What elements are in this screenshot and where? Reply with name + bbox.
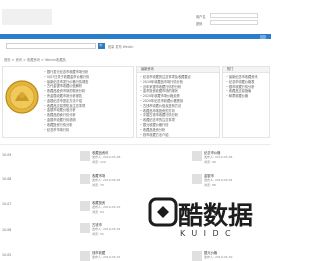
article-thumbnail[interactable] xyxy=(80,201,90,211)
article-meta: 发布人: 2019-05-01 xyxy=(92,255,121,259)
date-label: 10-07 xyxy=(2,202,12,206)
latest-news-list: 纪念币收藏的注意事项及收藏要点 2019年收藏品市场行情分析 近年来银币收藏行情… xyxy=(137,73,219,137)
search-row: 🔍 批量 发布 Weixin xyxy=(0,40,271,52)
main-nav xyxy=(0,34,271,39)
article-meta: 发布人: 2019-05-05 xyxy=(92,178,121,182)
search-input[interactable] xyxy=(6,43,96,49)
date-label: 10-09 xyxy=(2,153,12,157)
gold-coin-image[interactable] xyxy=(5,73,39,137)
featured-list: 银行发行纪念币收藏市场分析 5月7日关于收藏金币价格行情 最新纪念币发行价格行情… xyxy=(41,68,133,132)
article-meta: 发布人: 2019-05-04 xyxy=(204,178,233,182)
username-input[interactable] xyxy=(210,13,258,18)
search-button[interactable]: 🔍 xyxy=(98,43,105,49)
password-input[interactable] xyxy=(210,20,258,25)
watermark-text: 酷数据 xyxy=(178,201,254,230)
nav-item[interactable] xyxy=(260,34,266,39)
page-header: 用户名 密码 xyxy=(0,0,271,34)
username-label: 用户名 xyxy=(196,15,206,19)
list-item[interactable]: 邮票收藏价格 xyxy=(226,94,267,99)
date-label: 10-06 xyxy=(2,228,12,232)
latest-news-panel: 最新资讯 纪念币收藏的注意事项及收藏要点 2019年收藏品市场行情分析 近年来银… xyxy=(136,66,220,138)
featured-panel: 银行发行纪念币收藏市场分析 5月7日关于收藏金币价格行情 最新纪念币发行价格行情… xyxy=(2,66,134,138)
date-label: 10-08 xyxy=(2,177,12,181)
article-card[interactable]: 收藏品资讯 发布人: 2019-05-08 浏览: 120 xyxy=(80,150,168,174)
article-thumbnail[interactable] xyxy=(192,151,202,161)
article-card[interactable]: 金银币 发布人: 2019-05-04 浏览: 88 xyxy=(192,173,280,197)
article-meta: 发布人: 2019-04-30 xyxy=(204,255,233,259)
site-logo[interactable] xyxy=(2,9,52,25)
article-meta: 发布人: 2019-05-02 xyxy=(92,227,121,231)
article-views: 浏览: 76 xyxy=(92,183,104,187)
article-thumbnail[interactable] xyxy=(80,251,90,261)
article-card[interactable]: 收藏市场 发布人: 2019-05-05 浏览: 76 xyxy=(80,173,168,197)
article-thumbnail[interactable] xyxy=(192,174,202,184)
list-item[interactable]: 钱币收藏方法介绍 xyxy=(140,133,217,138)
article-thumbnail[interactable] xyxy=(80,151,90,161)
password-label: 密码 xyxy=(196,22,203,26)
article-views: 浏览: 55 xyxy=(92,232,104,236)
article-views: 浏览: 64 xyxy=(92,210,104,214)
article-views: 浏览: 98 xyxy=(204,160,216,164)
watermark-logo-icon xyxy=(148,197,178,227)
hot-panel: 热门 最新纪念币收藏资讯 纪念币收藏价格表 银币收藏行情分析 收藏品交易指南 邮… xyxy=(222,66,270,138)
article-thumbnail[interactable] xyxy=(80,174,90,184)
article-meta: 发布人: 2019-05-03 xyxy=(92,205,121,209)
hot-list: 最新纪念币收藏资讯 纪念币收藏价格表 银币收藏行情分析 收藏品交易指南 邮票收藏… xyxy=(223,73,269,99)
date-label: 10-05 xyxy=(2,253,12,257)
article-views: 浏览: 120 xyxy=(92,160,106,164)
list-item[interactable]: 纪念币市场行情 xyxy=(44,128,131,133)
article-views: 浏览: 88 xyxy=(204,183,216,187)
article-card[interactable]: 钱币收藏 发布人: 2019-05-01 xyxy=(80,250,168,261)
hot-search-links[interactable]: 批量 发布 Weixin xyxy=(108,44,133,49)
article-meta: 发布人: 2019-05-06 xyxy=(204,155,233,159)
article-card[interactable]: 银元价格 发布人: 2019-04-30 xyxy=(192,250,280,261)
watermark: 酷数据 KUIDC xyxy=(148,195,253,245)
breadcrumb[interactable]: 首页 > 资讯 > 收藏资讯 > Weixin收藏品 xyxy=(4,57,66,62)
article-card[interactable]: 纪念币价格 发布人: 2019-05-06 浏览: 98 xyxy=(192,150,280,174)
password-row: 密码 xyxy=(196,20,258,26)
article-thumbnail[interactable] xyxy=(80,223,90,233)
article-thumbnail[interactable] xyxy=(192,251,202,261)
watermark-subtext: KUIDC xyxy=(180,229,237,238)
username-row: 用户名 xyxy=(196,13,258,19)
article-meta: 发布人: 2019-05-08 xyxy=(92,155,121,159)
divider xyxy=(0,144,271,145)
